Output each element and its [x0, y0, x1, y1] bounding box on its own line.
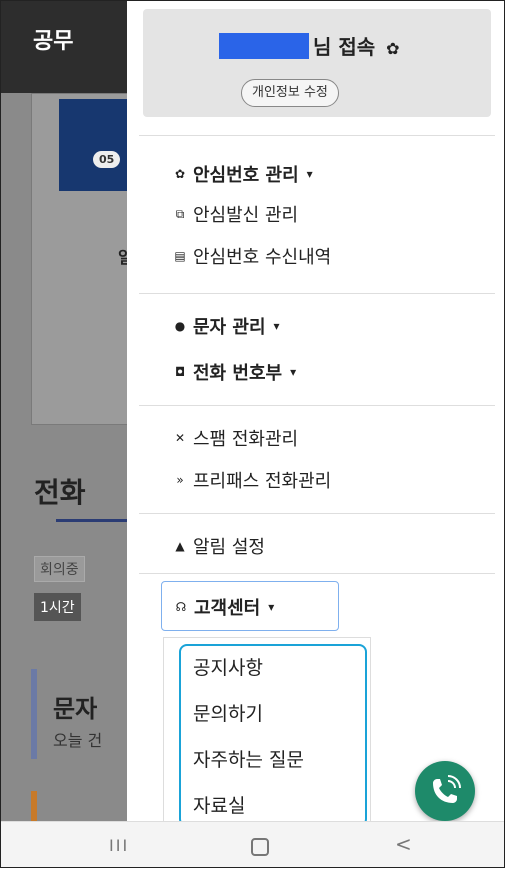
- menu-notification-settings[interactable]: ▲ 알림 설정: [173, 533, 265, 559]
- blocked-call-icon: ✕: [174, 431, 186, 445]
- profile-panel: 님 접속 ✿ 개인정보 수정: [143, 9, 491, 117]
- bg-section-bar: [31, 669, 37, 759]
- phone-icon: [433, 775, 461, 803]
- submenu-archive[interactable]: 자료실: [193, 791, 245, 818]
- submenu-inquiry[interactable]: 문의하기: [193, 699, 263, 726]
- call-button[interactable]: [415, 761, 475, 821]
- customer-center-button[interactable]: ☊ 고객센터 ▾: [161, 581, 339, 631]
- menu-label: 안심번호 관리: [193, 165, 299, 186]
- menu-sms[interactable]: ● 문자 관리 ▾: [173, 313, 280, 339]
- menu-label: 전화 번호부: [193, 363, 283, 384]
- app-title: 공무: [33, 29, 74, 54]
- screen: 공무 05 일 전화 회의중 1시간 문자 오늘 건 님 접속 ✿ 개인정보 수…: [0, 0, 505, 868]
- divider: [139, 135, 495, 136]
- gear-icon[interactable]: ✿: [386, 39, 399, 58]
- menu-label: 문자 관리: [193, 317, 266, 338]
- outgoing-call-icon: ⧉: [175, 207, 185, 221]
- edit-profile-button[interactable]: 개인정보 수정: [241, 79, 339, 107]
- menu-label: 스팸 전화관리: [193, 429, 299, 450]
- chat-icon: ●: [174, 319, 186, 333]
- menu-label: 프리패스 전화관리: [193, 471, 332, 492]
- bg-section-title: 문자: [53, 695, 98, 723]
- redacted-username: [219, 33, 309, 59]
- greeting-text: 님 접속: [313, 35, 376, 59]
- back-button[interactable]: <: [395, 832, 412, 856]
- submenu-faq[interactable]: 자주하는 질문: [193, 745, 304, 772]
- bg-chip-meeting: 회의중: [34, 556, 85, 582]
- double-chevron-icon: »: [176, 473, 184, 487]
- menu-phonebook[interactable]: ◘ 전화 번호부 ▾: [173, 359, 296, 385]
- chevron-down-icon: ▾: [290, 365, 297, 379]
- gear-icon: ✿: [174, 167, 186, 181]
- bg-section-subtitle: 오늘 건: [53, 731, 103, 750]
- book-icon: ◘: [174, 365, 186, 379]
- chevron-down-icon: ▾: [268, 600, 275, 614]
- system-nav-bar: III <: [1, 821, 504, 867]
- menu-label: 안심번호 수신내역: [193, 247, 332, 268]
- headset-icon: ☊: [175, 600, 187, 614]
- home-button[interactable]: [251, 838, 269, 856]
- menu-label: 안심발신 관리: [193, 205, 299, 226]
- divider: [139, 513, 495, 514]
- customer-center-label: ☊ 고객센터 ▾: [174, 594, 275, 620]
- menu-spam[interactable]: ✕ 스팸 전화관리: [173, 425, 298, 451]
- customer-center-text: 고객센터: [194, 598, 261, 619]
- navigation-drawer: 님 접속 ✿ 개인정보 수정 ✿ 안심번호 관리 ▾ ⧉ 안심발신 관리 ▤ 안…: [127, 1, 504, 827]
- greeting: 님 접속 ✿: [313, 31, 400, 60]
- menu-label: 알림 설정: [193, 537, 265, 558]
- bg-tab-underline: [56, 519, 136, 522]
- bg-chip-hour: 1시간: [34, 593, 81, 621]
- divider: [139, 293, 495, 294]
- menu-freepass[interactable]: » 프리패스 전화관리: [173, 467, 331, 493]
- menu-safe-number[interactable]: ✿ 안심번호 관리 ▾: [173, 161, 313, 187]
- chevron-down-icon: ▾: [273, 319, 280, 333]
- menu-safe-outgoing[interactable]: ⧉ 안심발신 관리: [173, 201, 298, 227]
- bg-heading: 전화: [34, 476, 86, 509]
- bg-section-bar-2: [31, 791, 37, 821]
- bg-badge: 05: [93, 151, 121, 168]
- bell-icon: ▲: [175, 539, 185, 553]
- chevron-down-icon: ▾: [306, 167, 313, 181]
- submenu-notice[interactable]: 공지사항: [193, 653, 263, 680]
- menu-safe-incoming-history[interactable]: ▤ 안심번호 수신내역: [173, 243, 331, 269]
- divider: [139, 405, 495, 406]
- divider: [139, 573, 495, 574]
- list-icon: ▤: [174, 249, 186, 263]
- recent-apps-button[interactable]: III: [109, 836, 129, 855]
